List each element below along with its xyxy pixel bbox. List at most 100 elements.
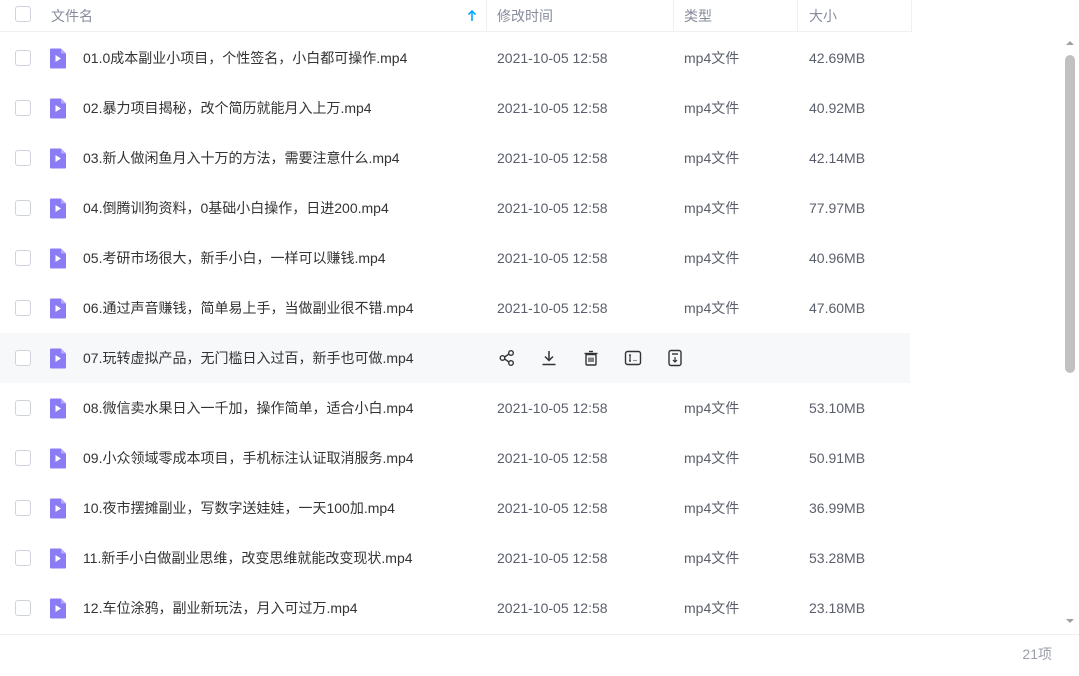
file-name[interactable]: 07.玩转虚拟产品，无门槛日入过百，新手也可做.mp4 — [83, 333, 414, 383]
file-name[interactable]: 10.夜市摆摊副业，写数字送娃娃，一天100加.mp4 — [83, 483, 395, 533]
video-file-icon — [50, 448, 66, 469]
file-size: 40.92MB — [809, 100, 866, 116]
file-name[interactable]: 12.车位涂鸦，副业新玩法，月入可过万.mp4 — [83, 583, 358, 633]
file-size: 23.18MB — [809, 600, 866, 616]
table-row[interactable]: 01.0成本副业小项目，个性签名，小白都可操作.mp4 2021-10-05 12… — [0, 33, 910, 83]
delete-icon[interactable] — [581, 348, 601, 368]
row-checkbox[interactable] — [15, 300, 31, 316]
file-size: 40.96MB — [809, 250, 866, 266]
modified-time: 2021-10-05 12:58 — [497, 50, 608, 66]
file-name[interactable]: 06.通过声音赚钱，简单易上手，当做副业很不错.mp4 — [83, 283, 414, 333]
arrow-up-icon — [467, 10, 477, 21]
table-row[interactable]: 07.玩转虚拟产品，无门槛日入过百，新手也可做.mp4 — [0, 333, 910, 383]
video-file-icon — [50, 498, 66, 519]
column-type[interactable]: 类型 — [684, 0, 712, 32]
file-type: mp4文件 — [684, 50, 740, 66]
column-name[interactable]: 文件名 — [51, 0, 481, 32]
table-row[interactable]: 12.车位涂鸦，副业新玩法，月入可过万.mp4 2021-10-05 12:58 m… — [0, 583, 910, 633]
share-icon[interactable] — [497, 348, 517, 368]
modified-time: 2021-10-05 12:58 — [497, 600, 608, 616]
modified-time: 2021-10-05 12:58 — [497, 100, 608, 116]
file-size: 42.14MB — [809, 150, 866, 166]
modified-time: 2021-10-05 12:58 — [497, 250, 608, 266]
file-type: mp4文件 — [684, 550, 740, 566]
file-size: 53.28MB — [809, 550, 866, 566]
video-file-icon — [50, 48, 66, 69]
item-count: 21项 — [1022, 646, 1052, 662]
row-checkbox[interactable] — [15, 250, 31, 266]
file-name[interactable]: 08.微信卖水果日入一千加，操作简单，适合小白.mp4 — [83, 383, 414, 433]
video-file-icon — [50, 298, 66, 319]
rename-icon[interactable] — [623, 348, 643, 368]
row-checkbox[interactable] — [15, 450, 31, 466]
file-name[interactable]: 01.0成本副业小项目，个性签名，小白都可操作.mp4 — [83, 33, 407, 83]
file-size: 42.69MB — [809, 50, 866, 66]
file-type: mp4文件 — [684, 150, 740, 166]
file-type: mp4文件 — [684, 300, 740, 316]
column-time-label: 修改时间 — [497, 8, 553, 24]
table-row[interactable]: 02.暴力项目揭秘，改个简历就能月入上万.mp4 2021-10-05 12:58… — [0, 83, 910, 133]
file-type: mp4文件 — [684, 450, 740, 466]
modified-time: 2021-10-05 12:58 — [497, 450, 608, 466]
footer-divider — [0, 634, 1079, 635]
video-file-icon — [50, 598, 66, 619]
scroll-up-arrow-icon[interactable] — [1064, 38, 1076, 48]
row-checkbox[interactable] — [15, 400, 31, 416]
select-all-checkbox[interactable] — [15, 6, 31, 22]
row-checkbox[interactable] — [15, 350, 31, 366]
file-type: mp4文件 — [684, 400, 740, 416]
more-icon[interactable] — [665, 348, 685, 368]
modified-time: 2021-10-05 12:58 — [497, 500, 608, 516]
video-file-icon — [50, 98, 66, 119]
file-name[interactable]: 11.新手小白做副业思维，改变思维就能改变现状.mp4 — [83, 533, 413, 583]
file-size: 53.10MB — [809, 400, 866, 416]
file-type: mp4文件 — [684, 100, 740, 116]
file-name[interactable]: 04.倒腾训狗资料，0基础小白操作，日进200.mp4 — [83, 183, 389, 233]
file-type: mp4文件 — [684, 250, 740, 266]
video-file-icon — [50, 548, 66, 569]
table-row[interactable]: 05.考研市场很大，新手小白，一样可以赚钱.mp4 2021-10-05 12:5… — [0, 233, 910, 283]
file-type: mp4文件 — [684, 600, 740, 616]
table-row[interactable]: 11.新手小白做副业思维，改变思维就能改变现状.mp4 2021-10-05 12… — [0, 533, 910, 583]
file-size: 47.60MB — [809, 300, 866, 316]
table-row[interactable]: 06.通过声音赚钱，简单易上手，当做副业很不错.mp4 2021-10-05 12… — [0, 283, 910, 333]
file-name[interactable]: 09.小众领域零成本项目，手机标注认证取消服务.mp4 — [83, 433, 414, 483]
row-checkbox[interactable] — [15, 500, 31, 516]
file-name[interactable]: 02.暴力项目揭秘，改个简历就能月入上万.mp4 — [83, 83, 372, 133]
file-list-header: 文件名 修改时间 类型 大小 — [0, 0, 912, 32]
column-time[interactable]: 修改时间 — [497, 0, 553, 32]
scrollbar-thumb[interactable] — [1065, 55, 1075, 373]
row-checkbox[interactable] — [15, 50, 31, 66]
file-size: 36.99MB — [809, 500, 866, 516]
column-type-label: 类型 — [684, 8, 712, 24]
table-row[interactable]: 04.倒腾训狗资料，0基础小白操作，日进200.mp4 2021-10-05 12… — [0, 183, 910, 233]
row-checkbox[interactable] — [15, 200, 31, 216]
row-checkbox[interactable] — [15, 100, 31, 116]
modified-time: 2021-10-05 12:58 — [497, 150, 608, 166]
modified-time: 2021-10-05 12:58 — [497, 550, 608, 566]
modified-time: 2021-10-05 12:58 — [497, 200, 608, 216]
row-checkbox[interactable] — [15, 600, 31, 616]
download-icon[interactable] — [539, 348, 559, 368]
file-name[interactable]: 03.新人做闲鱼月入十万的方法，需要注意什么.mp4 — [83, 133, 400, 183]
file-size: 77.97MB — [809, 200, 866, 216]
video-file-icon — [50, 248, 66, 269]
video-file-icon — [50, 148, 66, 169]
column-size-label: 大小 — [809, 8, 837, 24]
video-file-icon — [50, 348, 66, 369]
modified-time: 2021-10-05 12:58 — [497, 400, 608, 416]
table-row[interactable]: 08.微信卖水果日入一千加，操作简单，适合小白.mp4 2021-10-05 12… — [0, 383, 910, 433]
modified-time: 2021-10-05 12:58 — [497, 300, 608, 316]
table-row[interactable]: 09.小众领域零成本项目，手机标注认证取消服务.mp4 2021-10-05 12… — [0, 433, 910, 483]
scroll-down-arrow-icon[interactable] — [1064, 616, 1076, 626]
column-size[interactable]: 大小 — [809, 0, 837, 32]
table-row[interactable]: 03.新人做闲鱼月入十万的方法，需要注意什么.mp4 2021-10-05 12:… — [0, 133, 910, 183]
video-file-icon — [50, 398, 66, 419]
table-row[interactable]: 10.夜市摆摊副业，写数字送娃娃，一天100加.mp4 2021-10-05 12… — [0, 483, 910, 533]
file-type: mp4文件 — [684, 500, 740, 516]
file-name[interactable]: 05.考研市场很大，新手小白，一样可以赚钱.mp4 — [83, 233, 386, 283]
column-name-label: 文件名 — [51, 8, 93, 24]
row-checkbox[interactable] — [15, 550, 31, 566]
row-checkbox[interactable] — [15, 150, 31, 166]
file-type: mp4文件 — [684, 200, 740, 216]
